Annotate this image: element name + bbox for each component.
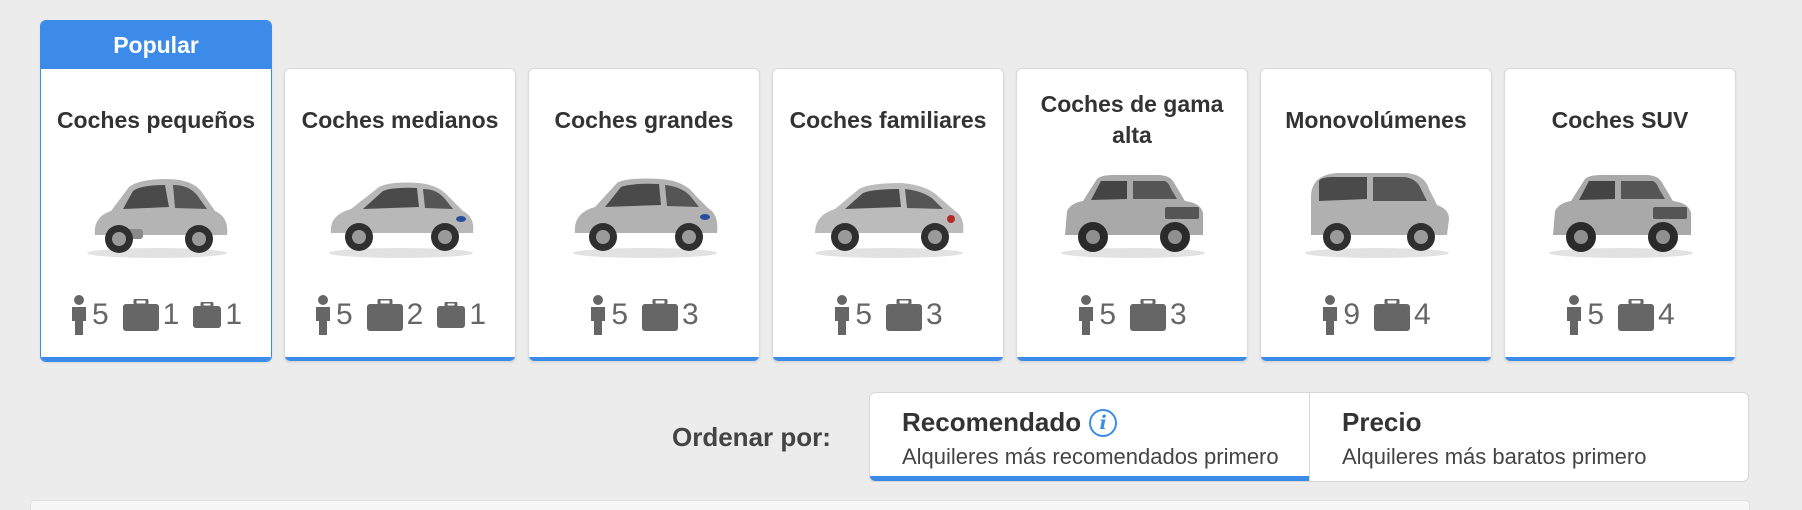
large-suitcase-icon	[1618, 299, 1654, 331]
car-category-list: Popular Coches pequeños 5 1 1 Coches med…	[40, 20, 1740, 362]
large-bags-spec: 3	[886, 298, 943, 332]
results-list-top	[30, 500, 1750, 510]
category-card-small[interactable]: Popular Coches pequeños 5 1 1	[40, 20, 272, 362]
passengers-spec: 5	[833, 295, 872, 335]
passengers-spec: 5	[1077, 295, 1116, 335]
passengers-count: 5	[91, 298, 109, 331]
card-accent-bar	[1261, 357, 1491, 361]
passengers-spec: 5	[314, 295, 353, 335]
person-icon	[835, 295, 850, 335]
large-bags-count: 1	[162, 298, 180, 331]
large-suitcase-icon	[1374, 299, 1410, 331]
sort-option-price[interactable]: Precio Alquileres más baratos primero	[1309, 393, 1748, 481]
large-suitcase-icon	[886, 299, 922, 331]
large-bags-spec: 4	[1374, 298, 1431, 332]
passengers-count: 5	[335, 298, 353, 331]
suv-car-icon	[1549, 175, 1693, 258]
sort-option-recommended[interactable]: Recomendado i Alquileres más recomendado…	[870, 393, 1309, 481]
mpv-car-icon	[573, 178, 718, 258]
card-accent-bar	[529, 357, 759, 361]
sort-options: Recomendado i Alquileres más recomendado…	[869, 392, 1749, 482]
card-accent-bar	[41, 357, 271, 361]
large-bags-spec: 4	[1618, 298, 1675, 332]
small-car-icon	[87, 179, 228, 258]
large-suitcase-icon	[366, 299, 403, 331]
info-icon[interactable]: i	[1089, 408, 1118, 437]
category-title: Coches familiares	[789, 106, 987, 133]
capacity-specs: 5 4	[1505, 295, 1735, 335]
large-bags-spec: 1	[122, 298, 180, 332]
category-title: Coches SUV	[1551, 106, 1689, 133]
passengers-count: 9	[1343, 298, 1360, 331]
category-title: Coches pequeños	[56, 106, 256, 133]
category-title: Coches medianos	[301, 106, 499, 133]
category-card-premium[interactable]: Coches de gama alta 5 3	[1016, 68, 1248, 362]
person-icon	[1323, 295, 1338, 335]
passengers-count: 5	[855, 298, 872, 331]
large-bags-count: 3	[926, 298, 943, 331]
sort-option-subtitle: Alquileres más baratos primero	[1342, 444, 1647, 469]
small-suitcase-icon	[193, 302, 222, 328]
passengers-spec: 9	[1321, 295, 1360, 335]
passengers-count: 5	[1099, 298, 1116, 331]
large-suitcase-icon	[122, 299, 159, 331]
large-bags-count: 3	[1170, 298, 1187, 331]
person-icon	[71, 295, 86, 335]
large-bags-count: 3	[682, 298, 699, 331]
category-card-suv[interactable]: Coches SUV 5 4	[1504, 68, 1736, 362]
large-bags-spec: 3	[1130, 298, 1187, 332]
card-accent-bar	[1505, 357, 1735, 361]
passengers-count: 5	[1587, 298, 1604, 331]
large-suitcase-icon	[1130, 299, 1166, 331]
category-title: Coches de gama alta	[1040, 91, 1224, 148]
small-bags-spec: 1	[437, 298, 486, 332]
category-card-medium[interactable]: Coches medianos 5 2 1	[284, 68, 516, 362]
capacity-specs: 5 1 1	[41, 295, 271, 335]
card-accent-bar	[773, 357, 1003, 361]
person-icon	[591, 295, 606, 335]
sort-bar: Ordenar por: Recomendado i Alquileres má…	[0, 392, 1802, 484]
category-title: Monovolúmenes	[1285, 106, 1467, 133]
hatchback-car-icon	[329, 182, 474, 258]
large-bags-spec: 3	[642, 298, 699, 332]
card-accent-bar	[1017, 357, 1247, 361]
sort-option-title: Precio	[1342, 407, 1422, 437]
large-bags-spec: 2	[366, 298, 424, 332]
capacity-specs: 5 3	[529, 295, 759, 335]
small-bags-count: 1	[469, 298, 487, 331]
large-bags-count: 4	[1414, 298, 1431, 331]
small-suitcase-icon	[437, 302, 466, 328]
large-bags-count: 4	[1658, 298, 1675, 331]
small-bags-count: 1	[225, 298, 243, 331]
category-title: Coches grandes	[554, 106, 734, 133]
person-icon	[315, 295, 330, 335]
capacity-specs: 5 3	[1017, 295, 1247, 335]
capacity-specs: 5 2 1	[285, 295, 515, 335]
large-suitcase-icon	[642, 299, 678, 331]
capacity-specs: 5 3	[773, 295, 1003, 335]
suv-car-icon	[1061, 175, 1205, 258]
card-accent-bar	[285, 357, 515, 361]
category-card-family[interactable]: Coches familiares 5 3	[772, 68, 1004, 362]
small-bags-spec: 1	[193, 298, 242, 332]
passengers-spec: 5	[1565, 295, 1604, 335]
passengers-spec: 5	[589, 295, 628, 335]
passengers-count: 5	[611, 298, 628, 331]
large-bags-count: 2	[406, 298, 424, 331]
person-icon	[1079, 295, 1094, 335]
category-card-minivan[interactable]: Monovolúmenes 9 4	[1260, 68, 1492, 362]
category-card-large[interactable]: Coches grandes 5 3	[528, 68, 760, 362]
popular-badge: Popular	[41, 21, 271, 69]
sort-option-subtitle: Alquileres más recomendados primero	[902, 444, 1279, 469]
person-icon	[1567, 295, 1582, 335]
van-car-icon	[1305, 173, 1449, 258]
family-car-icon	[815, 183, 964, 258]
sort-option-title: Recomendado	[902, 407, 1082, 437]
sort-label: Ordenar por:	[672, 422, 831, 452]
capacity-specs: 9 4	[1261, 295, 1491, 335]
passengers-spec: 5	[70, 295, 109, 335]
